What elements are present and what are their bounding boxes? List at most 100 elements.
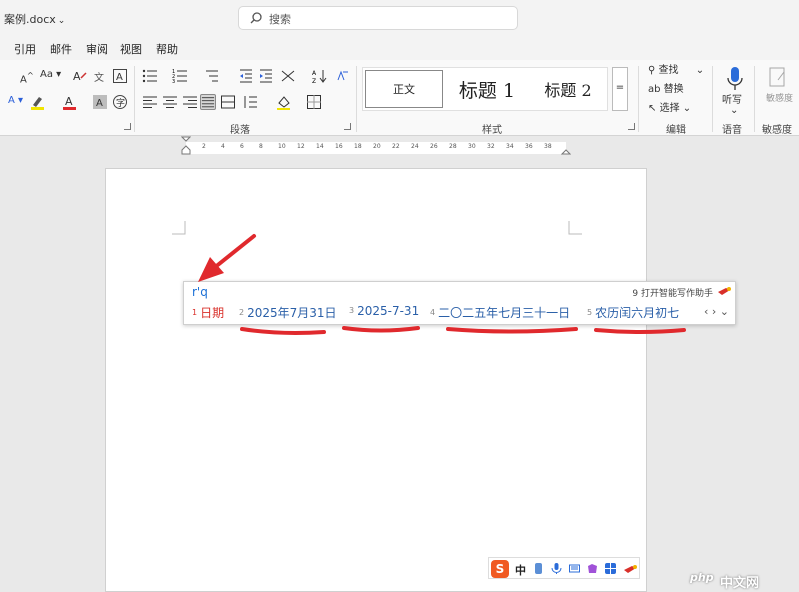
brush-icon <box>718 287 731 295</box>
shading-icon[interactable] <box>276 94 292 110</box>
punctuation-icon[interactable] <box>535 563 542 574</box>
align-left-icon[interactable] <box>142 94 158 110</box>
svg-text:3: 3 <box>172 79 175 84</box>
crop-mark-top-right <box>568 221 582 235</box>
svg-text:A: A <box>116 72 123 83</box>
document-name[interactable]: 案例.docx ⌄ <box>4 11 65 27</box>
menu-bar: 引用 邮件 审阅 视图 帮助 <box>0 36 799 60</box>
sogou-logo[interactable]: S <box>491 560 509 578</box>
font-color-icon[interactable]: A <box>62 94 78 110</box>
search-icon: ⚲ <box>648 65 656 76</box>
ruler-number: 8 <box>259 143 263 150</box>
horizontal-ruler[interactable]: 2 4 6 8 10 12 14 16 18 20 22 24 26 28 30 32 34 36 38 <box>0 136 799 158</box>
ime-candidate[interactable]: 1 日期 <box>192 304 224 321</box>
tab-mailings[interactable]: 邮件 <box>50 41 72 57</box>
group-label-sensitivity: 敏感度 <box>762 125 792 136</box>
group-label-paragraph: 段落 <box>230 125 250 136</box>
highlight-icon[interactable] <box>30 94 46 110</box>
ime-mode-toggle[interactable]: 中 <box>515 562 526 578</box>
align-center-icon[interactable] <box>162 94 178 110</box>
ime-page-nav[interactable]: ‹ › ⌄ <box>704 305 729 318</box>
styles-dialog-launcher[interactable] <box>628 123 635 130</box>
numbering-icon[interactable]: 123 <box>172 68 188 84</box>
char-border-icon[interactable]: A <box>112 68 128 84</box>
line-spacing-icon[interactable] <box>242 94 258 110</box>
select-button[interactable]: ↖ 选择 ⌄ <box>648 102 691 116</box>
brush-icon[interactable] <box>623 563 637 574</box>
font-case-button[interactable]: Aa ▾ <box>40 68 61 82</box>
enclose-char-icon[interactable]: 字 <box>112 94 128 110</box>
ruler-number: 24 <box>411 143 419 150</box>
ruler-number: 20 <box>373 143 381 150</box>
decrease-indent-icon[interactable] <box>238 68 254 84</box>
ime-candidate[interactable]: 4 二〇二五年七月三十一日 <box>430 304 570 321</box>
style-heading-2[interactable]: 标题 2 <box>529 68 607 110</box>
group-label-styles: 样式 <box>482 125 502 136</box>
ruler-number: 14 <box>316 143 324 150</box>
font-dialog-launcher[interactable] <box>124 123 131 130</box>
font-case-label: Aa <box>40 69 53 80</box>
char-shading-icon[interactable]: A <box>92 94 108 110</box>
toolbox-icon[interactable] <box>605 563 616 574</box>
distributed-icon[interactable] <box>220 94 236 110</box>
candidate-text: 日期 <box>200 306 225 320</box>
candidate-text: 二〇二五年七月三十一日 <box>438 306 571 320</box>
chevron-down-icon: ⌄ <box>57 16 66 26</box>
chinese-layout-icon[interactable] <box>280 68 296 84</box>
candidate-number: 3 <box>349 306 355 315</box>
ruler-number: 12 <box>297 143 305 150</box>
style-heading-1[interactable]: 标题 1 <box>447 68 527 110</box>
ribbon-separator <box>754 66 755 132</box>
watermark-text: 中文网 <box>720 576 760 591</box>
ime-composition: r'q <box>192 285 208 299</box>
tab-review[interactable]: 审阅 <box>86 41 108 57</box>
keyboard-icon[interactable] <box>569 563 580 574</box>
show-marks-icon[interactable] <box>334 68 350 84</box>
paragraph-dialog-launcher[interactable] <box>344 123 351 130</box>
ime-candidate-window: r'q 9 打开智能写作助手 1 日期 2 2025年7月31日 3 2025-7-3… <box>183 281 736 325</box>
ruler-number: 32 <box>487 143 495 150</box>
align-right-icon[interactable] <box>182 94 198 110</box>
find-button[interactable]: ⚲ 查找 ⌄ <box>648 64 704 78</box>
style-normal[interactable]: 正文 <box>365 70 443 108</box>
ime-candidate[interactable]: 3 2025-7-31 <box>349 304 419 318</box>
document-page[interactable] <box>105 168 647 592</box>
sort-icon[interactable]: AZ <box>312 68 328 84</box>
tab-references[interactable]: 引用 <box>14 41 36 57</box>
ime-status-bar[interactable]: S 中 <box>488 557 640 579</box>
grow-font-button[interactable]: A^ <box>20 68 34 87</box>
search-box[interactable]: 搜索 <box>238 6 518 30</box>
justify-icon[interactable] <box>200 94 216 110</box>
bullets-icon[interactable] <box>142 68 158 84</box>
microphone-icon <box>727 67 743 90</box>
tab-help[interactable]: 帮助 <box>156 41 178 57</box>
dictate-button[interactable]: 听写 ⌄ <box>720 64 750 118</box>
phonetic-guide-icon[interactable]: 文 <box>92 68 108 84</box>
watermark-logo: php <box>690 571 714 584</box>
chevron-down-icon: ⌄ <box>695 65 705 76</box>
multilevel-list-icon[interactable] <box>204 68 220 84</box>
right-indent-marker-icon[interactable] <box>561 146 571 156</box>
ime-candidate[interactable]: 2 2025年7月31日 <box>239 304 337 321</box>
text-effect-button[interactable]: A ▾ <box>8 94 23 108</box>
svg-text:文: 文 <box>94 71 104 84</box>
microphone-icon[interactable] <box>551 563 562 574</box>
ribbon: A^ Aa ▾ A 文 A A ▾ A A 字 123 AZ 段落 正文 标题 … <box>0 60 799 136</box>
ruler-number: 16 <box>335 143 343 150</box>
candidate-text: 农历闰六月初七 <box>595 306 680 320</box>
clear-format-icon[interactable]: A <box>72 68 88 84</box>
site-watermark: php 中文网 <box>690 570 794 591</box>
candidate-number: 4 <box>430 308 436 317</box>
borders-icon[interactable] <box>306 94 322 110</box>
sensitivity-button[interactable]: 敏感度 <box>760 64 796 118</box>
skin-icon[interactable] <box>587 563 598 574</box>
ruler-number: 34 <box>506 143 514 150</box>
replace-button[interactable]: ab 替换 <box>648 83 684 97</box>
styles-more-button[interactable]: = <box>612 67 628 111</box>
ime-assistant-tip[interactable]: 9 打开智能写作助手 <box>632 286 713 299</box>
indent-marker-icon[interactable] <box>181 136 191 158</box>
increase-indent-icon[interactable] <box>258 68 274 84</box>
ime-candidate[interactable]: 5 农历闰六月初七 <box>587 304 679 321</box>
svg-text:A: A <box>312 70 317 77</box>
tab-view[interactable]: 视图 <box>120 41 142 57</box>
